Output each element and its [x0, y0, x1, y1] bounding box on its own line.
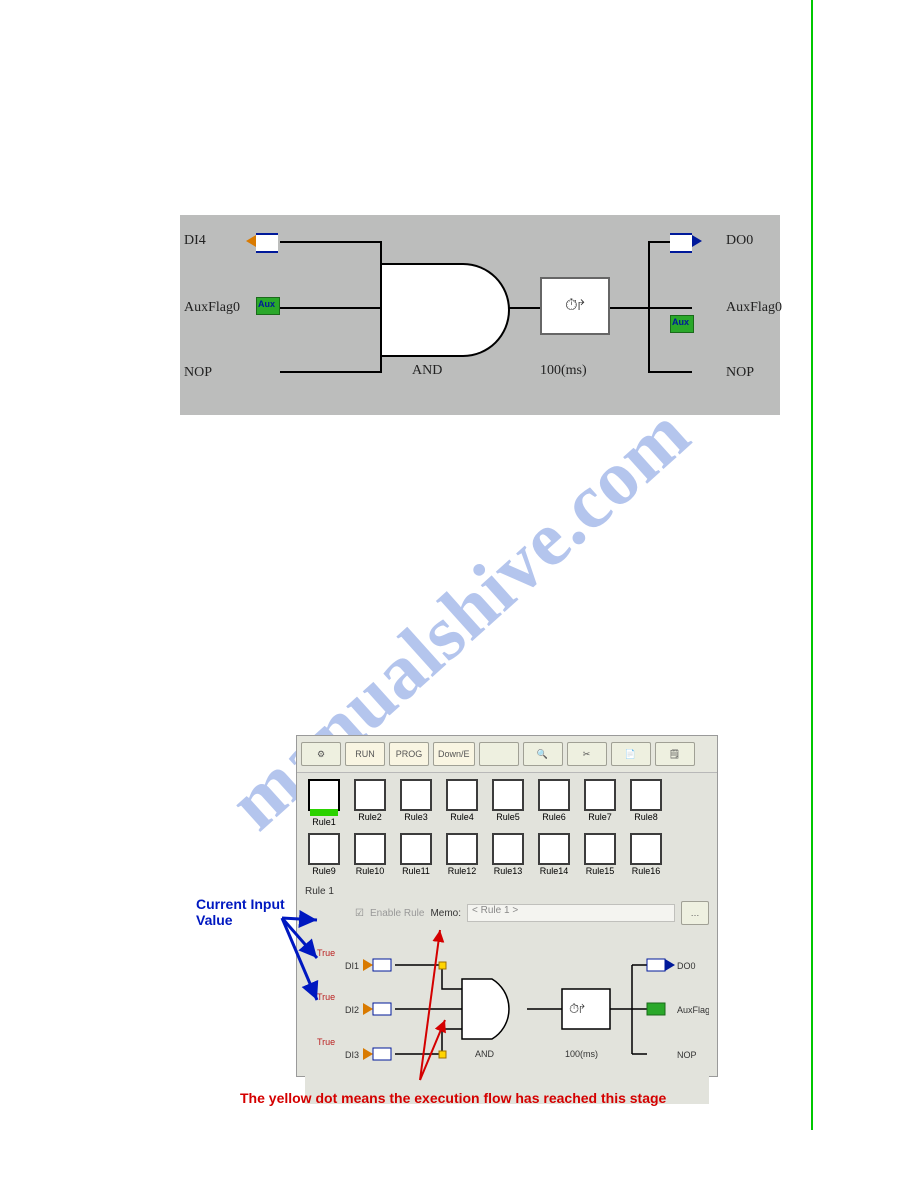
- rule16-box[interactable]: [630, 833, 662, 865]
- tool-icon-cut[interactable]: ✂: [567, 742, 607, 766]
- callout-yellow-dot: The yellow dot means the execution flow …: [240, 1090, 666, 1106]
- aux-icon-in: [256, 297, 280, 315]
- rule7-box[interactable]: [584, 779, 616, 811]
- tool-icon-copy[interactable]: 📄: [611, 742, 651, 766]
- svg-text:AuxFlag0: AuxFlag0: [677, 1005, 709, 1015]
- tool-icon-blank[interactable]: [479, 742, 519, 766]
- btn-download[interactable]: Down/E: [433, 742, 475, 766]
- do-icon: [670, 233, 692, 253]
- editor-toolbar: ⚙ RUN PROG Down/E 🔍 ✂ 📄 🗒: [297, 736, 717, 773]
- memo-more-button[interactable]: …: [681, 901, 709, 925]
- rule1-box[interactable]: [308, 779, 340, 811]
- svg-text:DO0: DO0: [677, 961, 696, 971]
- rule11-box[interactable]: [400, 833, 432, 865]
- rule9-box[interactable]: [308, 833, 340, 865]
- rule12-box[interactable]: [446, 833, 478, 865]
- svg-text:NOP: NOP: [677, 1050, 697, 1060]
- and-gate-body: [380, 263, 462, 357]
- timer-block: ⏱↱: [540, 277, 610, 335]
- label-do0: DO0: [726, 233, 753, 249]
- rule6-box[interactable]: [538, 779, 570, 811]
- rule-title: Rule 1: [305, 886, 709, 897]
- label-di4: DI4: [184, 233, 206, 249]
- binoculars-icon[interactable]: 🔍: [523, 742, 563, 766]
- enable-rule-label: Enable Rule: [370, 908, 424, 919]
- rule13-box[interactable]: [492, 833, 524, 865]
- rule4-box[interactable]: [446, 779, 478, 811]
- circuit-diagram-1: DI4 AuxFlag0 NOP AND ⏱↱ 100(ms) DO0 AuxF…: [180, 215, 780, 415]
- and-gate-curve: [458, 263, 510, 357]
- rules-row-1: Rule1 Rule2 Rule3 Rule4 Rule5 Rule6 Rule…: [297, 773, 717, 827]
- rules-row-2: Rule9 Rule10 Rule11 Rule12 Rule13 Rule14…: [297, 827, 717, 876]
- svg-text:⏱↱: ⏱↱: [569, 1001, 585, 1016]
- red-arrows-icon: [390, 920, 510, 1090]
- rule10-box[interactable]: [354, 833, 386, 865]
- svg-text:DI3: DI3: [345, 1050, 359, 1060]
- rule8-box[interactable]: [630, 779, 662, 811]
- label-and: AND: [412, 363, 442, 379]
- label-auxflag-in: AuxFlag0: [184, 300, 240, 316]
- label-nop-in: NOP: [184, 365, 212, 381]
- page-green-bar: [811, 0, 813, 1130]
- label-auxflag-out: AuxFlag0: [726, 300, 782, 316]
- tool-icon-config[interactable]: ⚙: [301, 742, 341, 766]
- rule15-box[interactable]: [584, 833, 616, 865]
- di-icon: [256, 233, 278, 253]
- memo-label: Memo:: [430, 908, 461, 919]
- rule2-box[interactable]: [354, 779, 386, 811]
- label-timer-value: 100(ms): [540, 363, 587, 379]
- rule3-box[interactable]: [400, 779, 432, 811]
- svg-text:100(ms): 100(ms): [565, 1049, 598, 1059]
- label-nop-out: NOP: [726, 365, 754, 381]
- btn-run[interactable]: RUN: [345, 742, 385, 766]
- btn-prog[interactable]: PROG: [389, 742, 429, 766]
- rule5-box[interactable]: [492, 779, 524, 811]
- aux-icon-out: [670, 315, 694, 333]
- blue-arrows-icon: [232, 900, 352, 1040]
- document-page: manualshive.com DI4 AuxFlag0 NOP AND ⏱↱ …: [0, 0, 918, 1188]
- timer-glyph-icon: ⏱↱: [565, 297, 585, 315]
- rule14-box[interactable]: [538, 833, 570, 865]
- tool-icon-note[interactable]: 🗒: [655, 742, 695, 766]
